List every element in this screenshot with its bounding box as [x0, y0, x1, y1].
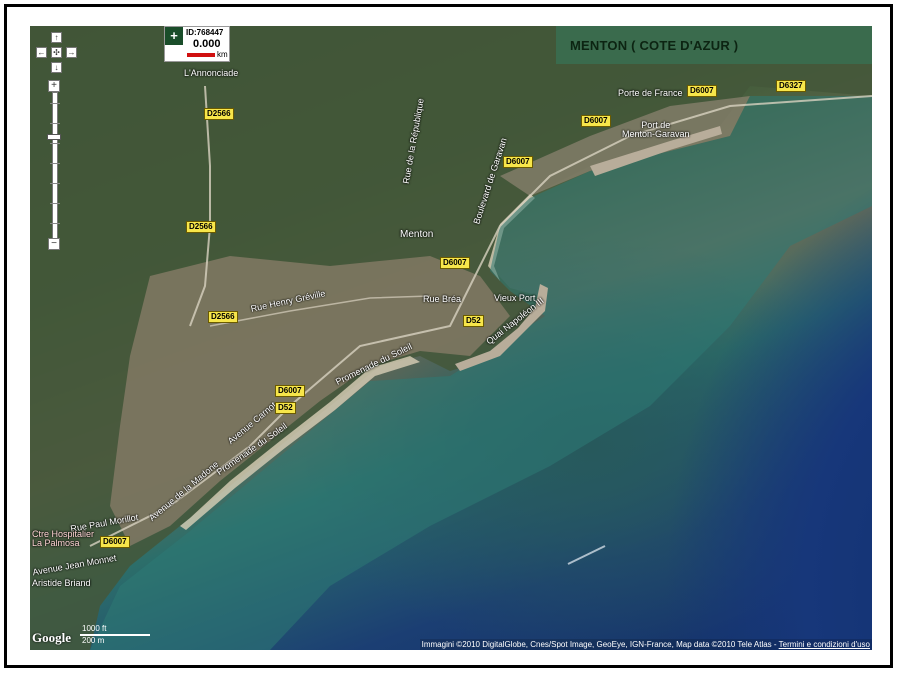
- road-shield-d6007: D6007: [687, 85, 717, 97]
- pan-right-button[interactable]: →: [66, 47, 77, 58]
- label-annonciade: L'Annonciade: [184, 68, 239, 78]
- page-title: MENTON ( COTE D'AZUR ): [556, 26, 872, 64]
- road-shield-d6327: D6327: [776, 80, 806, 92]
- scale-bar: 1000 ft 200 m: [80, 624, 152, 646]
- add-measure-button[interactable]: +: [165, 27, 183, 45]
- label-port-menton-garavan: Port de Menton-Garavan: [622, 120, 690, 139]
- scale-meters: 200 m: [82, 636, 105, 645]
- map-attribution: Immagini ©2010 DigitalGlobe, Cnes/Spot I…: [419, 639, 872, 650]
- distance-measure-panel: + ID:768447 0.000 km: [164, 26, 230, 62]
- zoom-slider-handle[interactable]: [47, 134, 61, 140]
- boat-wake: [567, 545, 606, 565]
- label-centre-hospitalier: Ctre Hospitalier La Palmosa: [32, 529, 95, 548]
- google-logo[interactable]: Google: [32, 630, 71, 646]
- road-shield-d6007: D6007: [100, 536, 130, 548]
- pan-left-button[interactable]: ←: [36, 47, 47, 58]
- pan-control: ↑ ← ✣ → ↓: [32, 28, 82, 78]
- pan-center-button[interactable]: ✣: [51, 47, 62, 58]
- road-shield-d52: D52: [275, 402, 296, 414]
- scale-feet: 1000 ft: [82, 624, 107, 633]
- pan-down-button[interactable]: ↓: [51, 62, 62, 73]
- road-shield-d2566: D2566: [204, 108, 234, 120]
- label-menton: Menton: [400, 229, 434, 240]
- attribution-text: Immagini ©2010 DigitalGlobe, Cnes/Spot I…: [421, 640, 779, 649]
- pan-up-button[interactable]: ↑: [51, 32, 62, 43]
- measure-unit: km: [217, 50, 228, 59]
- measure-scale-bar: [187, 53, 215, 57]
- map-imagery: [30, 26, 872, 650]
- road-shield-d2566: D2566: [208, 311, 238, 323]
- road-shield-d52: D52: [463, 315, 484, 327]
- road-shield-d6007: D6007: [275, 385, 305, 397]
- road-shield-d6007: D6007: [581, 115, 611, 127]
- measure-id: ID:768447: [186, 28, 224, 37]
- label-rue-brea: Rue Bréa: [423, 294, 462, 304]
- road-shield-d6007: D6007: [503, 156, 533, 168]
- label-vieux-port: Vieux Port: [494, 293, 536, 303]
- satellite-map[interactable]: L'Annonciade Menton Vieux Port Porte de …: [30, 26, 872, 650]
- zoom-slider-track[interactable]: [50, 92, 60, 242]
- zoom-out-button[interactable]: −: [48, 238, 60, 250]
- measure-value: 0.000: [193, 38, 221, 50]
- label-aristide-briand: Aristide Briand: [32, 578, 91, 588]
- label-porte-de-france: Porte de France: [618, 88, 683, 98]
- zoom-in-button[interactable]: +: [48, 80, 60, 92]
- road-shield-d2566: D2566: [186, 221, 216, 233]
- terms-link[interactable]: Termini e condizioni d'uso: [779, 640, 870, 649]
- road-shield-d6007: D6007: [440, 257, 470, 269]
